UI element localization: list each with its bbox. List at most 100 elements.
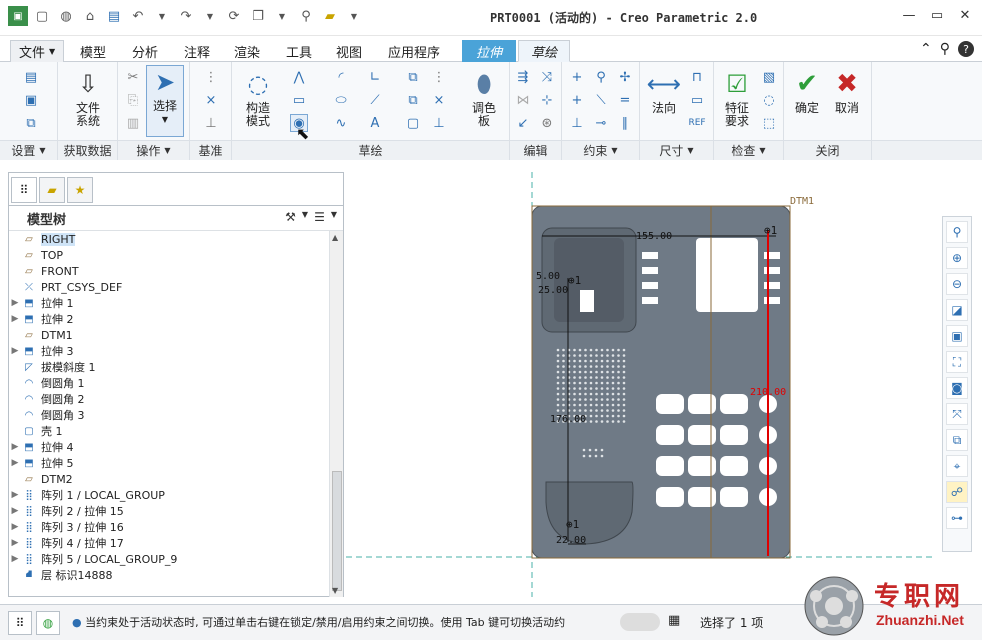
ok-button[interactable]: ✔ 确定 xyxy=(790,68,824,115)
open-folder-icon[interactable]: ⌂ xyxy=(80,6,100,26)
spin-center-icon[interactable]: ⌖ xyxy=(946,455,968,477)
smart-filter-icon[interactable]: ▦ xyxy=(668,613,680,628)
refit-icon[interactable]: ⚲ xyxy=(946,221,968,243)
palette-button[interactable]: ⬮ 调色 板 xyxy=(464,68,504,128)
scroll-up-icon[interactable]: ▲ xyxy=(332,233,338,242)
zoom-in-icon[interactable]: ⊕ xyxy=(946,247,968,269)
minimize-icon[interactable]: — xyxy=(900,6,918,24)
tree-item[interactable]: ▱ TOP xyxy=(9,247,329,263)
tab-annotate[interactable]: 注释 xyxy=(176,40,218,62)
expand-arrow-icon[interactable]: ▶ xyxy=(9,298,21,308)
group-label-operations[interactable]: 操作 ▼ xyxy=(118,140,189,160)
tab-render[interactable]: 渲染 xyxy=(226,40,268,62)
tree-item[interactable]: ▶ ⣿ 阵列 3 / 拉伸 16 xyxy=(9,519,329,535)
windows-dropdown-icon[interactable]: ▼ xyxy=(272,6,292,26)
coincident-constraint-icon[interactable]: ⟍ xyxy=(592,91,610,109)
overlapping-geometry-icon[interactable]: ⬚ xyxy=(760,114,778,132)
dimension-25[interactable]: 25.00 xyxy=(538,285,568,296)
tree-item[interactable]: ◠ 倒圆角 1 xyxy=(9,375,329,391)
rotate-resize-icon[interactable]: ⊛ xyxy=(538,114,556,132)
group-label-constrain[interactable]: 约束 ▼ xyxy=(562,140,639,160)
tab-model[interactable]: 模型 xyxy=(72,40,114,62)
model-tree-scrollbar[interactable]: ▲ ▼ xyxy=(329,231,343,597)
expand-arrow-icon[interactable]: ▶ xyxy=(9,346,21,356)
datum-csys-icon[interactable]: ⊥ xyxy=(202,114,220,132)
perimeter-icon[interactable]: ⊓ xyxy=(688,68,706,86)
line-icon[interactable]: ⋀ xyxy=(290,68,308,86)
settings-tools-icon[interactable]: ⚒ xyxy=(285,210,296,224)
csys-icon[interactable]: ⊥ xyxy=(430,114,448,132)
horizontal-constraint-icon[interactable]: + xyxy=(568,91,586,109)
tab-applications[interactable]: 应用程序 xyxy=(380,40,448,62)
dimension-5[interactable]: 5.00 xyxy=(536,271,560,282)
tree-item[interactable]: ▶ ⬒ 拉伸 5 xyxy=(9,455,329,471)
project-icon[interactable]: ▢ xyxy=(404,114,422,132)
datum-centerline-icon[interactable]: ⋮ xyxy=(202,68,220,86)
tree-item[interactable]: ▶ ⬒ 拉伸 1 xyxy=(9,295,329,311)
folder-browser-tab-icon[interactable]: ▰ xyxy=(39,177,65,203)
tab-view[interactable]: 视图 xyxy=(328,40,370,62)
sketch-view-icon[interactable]: ⧉ xyxy=(22,114,40,132)
save-icon[interactable]: ▤ xyxy=(104,6,124,26)
tree-item[interactable]: ▶ ⬒ 拉伸 3 xyxy=(9,343,329,359)
datum-display-icon[interactable]: ⤧ xyxy=(946,403,968,425)
collapse-ribbon-icon[interactable]: ⌃ xyxy=(920,41,932,57)
tree-item[interactable]: ▱ RIGHT xyxy=(9,231,329,247)
midpoint-constraint-icon[interactable]: ✢ xyxy=(616,68,634,86)
equal-constraint-icon[interactable]: = xyxy=(616,91,634,109)
browser-icon[interactable]: ◍ xyxy=(36,611,60,635)
fillet-icon[interactable]: ∟ xyxy=(366,68,384,86)
vertical-constraint-icon[interactable]: + xyxy=(568,68,586,86)
tree-item[interactable]: ▱ FRONT xyxy=(9,263,329,279)
chevron-down-icon[interactable]: ▼ xyxy=(331,210,337,224)
undo-icon[interactable]: ↶ xyxy=(128,6,148,26)
search-icon[interactable]: ⚲ xyxy=(296,6,316,26)
perpendicular-constraint-icon[interactable]: ⊥ xyxy=(568,114,586,132)
feature-requirements-button[interactable]: ☑ 特征 要求 xyxy=(718,68,756,128)
favorites-tab-icon[interactable]: ★ xyxy=(67,177,93,203)
parallel-constraint-icon[interactable]: ∥ xyxy=(616,114,634,132)
expand-arrow-icon[interactable]: ▶ xyxy=(9,490,21,500)
close-icon[interactable]: ✕ xyxy=(956,6,974,24)
tangent-constraint-icon[interactable]: ⚲ xyxy=(592,68,610,86)
tree-item[interactable]: ◠ 倒圆角 3 xyxy=(9,407,329,423)
tree-item[interactable]: ◸ 拔模斜度 1 xyxy=(9,359,329,375)
normal-dimension-button[interactable]: ⟷ 法向 xyxy=(646,68,682,115)
mirror-icon[interactable]: ⋈ xyxy=(514,91,532,109)
open-icon[interactable]: ◍ xyxy=(56,6,76,26)
paste-icon[interactable]: ▥ xyxy=(124,114,142,132)
select-button[interactable]: ➤ 选择 ▼ xyxy=(146,65,184,137)
expand-arrow-icon[interactable]: ▶ xyxy=(9,314,21,324)
group-label-dimension[interactable]: 尺寸 ▼ xyxy=(640,140,713,160)
sketch-setup-icon[interactable]: ▤ xyxy=(22,68,40,86)
toggle-navigator-icon[interactable]: ⠿ xyxy=(8,611,32,635)
shade-closed-loops-icon[interactable]: ▧ xyxy=(760,68,778,86)
model-tree-tab-icon[interactable]: ⠿ xyxy=(11,177,37,203)
text-icon[interactable]: A xyxy=(366,114,384,132)
delete-segment-icon[interactable]: ⤨ xyxy=(538,68,556,86)
dimension-210[interactable]: 210.00 xyxy=(750,387,786,398)
chevron-down-icon[interactable]: ▼ xyxy=(302,210,308,224)
spline-icon[interactable]: ∿ xyxy=(332,114,350,132)
baseline-icon[interactable]: ▭ xyxy=(688,91,706,109)
redo-icon[interactable]: ↷ xyxy=(176,6,196,26)
ellipse-icon[interactable]: ⬭ xyxy=(332,91,350,109)
sketch-view-icon[interactable]: ⧉ xyxy=(946,429,968,451)
tree-item[interactable]: ▶ ⬒ 拉伸 2 xyxy=(9,311,329,327)
modify-icon[interactable]: ⇶ xyxy=(514,68,532,86)
cancel-button[interactable]: ✖ 取消 xyxy=(830,68,864,115)
scroll-down-icon[interactable]: ▼ xyxy=(332,586,338,595)
show-list-icon[interactable]: ☰ xyxy=(314,210,325,224)
tab-analysis[interactable]: 分析 xyxy=(124,40,166,62)
datum-point-icon[interactable]: × xyxy=(202,91,220,109)
dimension-155[interactable]: 155.00 xyxy=(636,231,672,242)
reference-dim-icon[interactable]: REF xyxy=(688,114,706,132)
reference-icon[interactable]: ▣ xyxy=(22,91,40,109)
display-style-icon[interactable]: ▣ xyxy=(946,325,968,347)
repaint-icon[interactable]: ◪ xyxy=(946,299,968,321)
construction-mode-button[interactable]: ◌ 构造 模式 xyxy=(238,68,278,128)
point-icon[interactable]: × xyxy=(430,91,448,109)
tree-item[interactable]: ⤫ PRT_CSYS_DEF xyxy=(9,279,329,295)
tree-item[interactable]: ▶ ⣿ 阵列 2 / 拉伸 15 xyxy=(9,503,329,519)
expand-arrow-icon[interactable]: ▶ xyxy=(9,554,21,564)
